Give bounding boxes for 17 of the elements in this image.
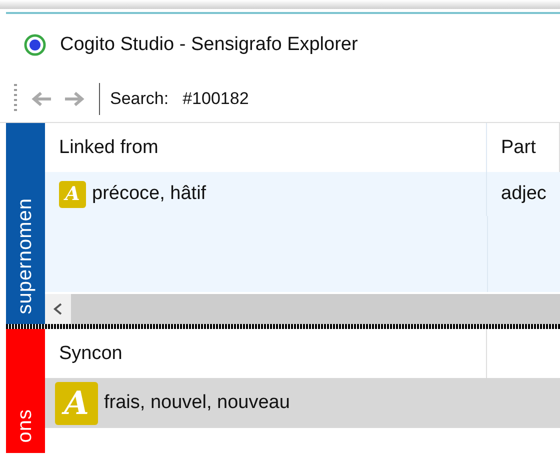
- search-field[interactable]: #100182: [182, 89, 249, 109]
- side-tab[interactable]: ons: [6, 329, 45, 453]
- search-label: Search:: [110, 89, 169, 109]
- app-icon: [24, 34, 46, 56]
- cell-text: adjec: [501, 183, 546, 205]
- cell-text: précoce, hâtif: [92, 183, 206, 205]
- cell-text: frais, nouvel, nouveau: [104, 392, 290, 414]
- forward-arrow-icon[interactable]: [63, 91, 85, 107]
- adjective-icon: A: [59, 180, 86, 208]
- back-arrow-icon[interactable]: [31, 91, 53, 107]
- scroll-left-button[interactable]: [45, 294, 71, 324]
- chevron-left-icon: [53, 303, 63, 315]
- horizontal-scrollbar[interactable]: [45, 294, 560, 324]
- list-row[interactable]: A frais, nouvel, nouveau: [45, 378, 560, 428]
- side-tab[interactable]: supernomen: [6, 123, 45, 324]
- adjective-icon: A: [55, 382, 98, 424]
- window-title: Cogito Studio - Sensigrafo Explorer: [60, 34, 358, 56]
